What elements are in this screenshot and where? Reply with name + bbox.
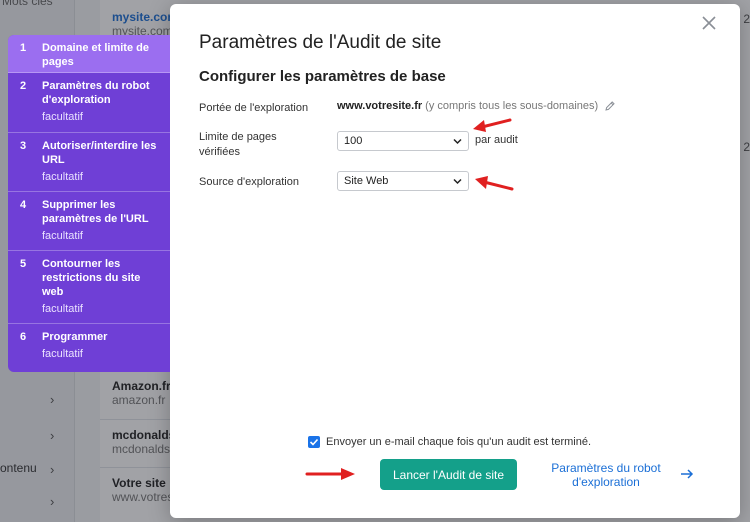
step-item-robot-settings[interactable]: 2 Paramètres du robot d'exploration facu… [8, 73, 170, 133]
page-limit-select[interactable]: 100 [337, 131, 469, 151]
scope-value: www.votresite.fr (y compris tous les sou… [337, 100, 616, 112]
chevron-down-icon [453, 178, 462, 185]
annotation-arrow-icon [475, 176, 514, 191]
launch-audit-button[interactable]: Lancer l'Audit de site [380, 459, 517, 490]
step-subtitle: facultatif [42, 348, 83, 360]
email-checkbox[interactable] [308, 436, 320, 448]
scope-domain: www.votresite.fr [337, 100, 423, 112]
step-title: Programmer [42, 331, 108, 343]
check-icon [309, 438, 319, 446]
step-item-allow-disallow[interactable]: 3 Autoriser/interdire les URL facultatif [8, 133, 170, 192]
step-item-remove-params[interactable]: 4 Supprimer les paramètres de l'URL facu… [8, 192, 170, 251]
arrow-right-icon[interactable] [680, 468, 694, 480]
step-title: Domaine et limite de pages [42, 42, 149, 68]
source-label: Source d'exploration [199, 176, 299, 188]
close-icon[interactable] [700, 14, 718, 32]
source-select[interactable]: Site Web [337, 171, 469, 191]
page-limit-label: Limite de pages vérifiées [199, 131, 277, 158]
step-number: 5 [20, 258, 27, 270]
step-number: 3 [20, 140, 27, 152]
step-title: Supprimer les paramètres de l'URL [42, 199, 149, 225]
steps-sidebar: 1 Domaine et limite de pages 2 Paramètre… [8, 35, 170, 372]
source-value: Site Web [344, 175, 389, 187]
step-subtitle: facultatif [42, 171, 83, 183]
email-checkbox-label: Envoyer un e-mail chaque fois qu'un audi… [326, 436, 592, 448]
step-number: 6 [20, 331, 27, 343]
step-number: 1 [20, 42, 27, 54]
step-title: Contourner les restrictions du site web [42, 258, 141, 298]
step-number: 2 [20, 80, 27, 92]
step-number: 4 [20, 199, 27, 211]
page-limit-value: 100 [344, 135, 363, 147]
section-title: Configurer les paramètres de base [199, 68, 446, 85]
step-item-schedule[interactable]: 6 Programmer facultatif [8, 324, 170, 371]
email-checkbox-row[interactable]: Envoyer un e-mail chaque fois qu'un audi… [308, 436, 591, 448]
scope-label: Portée de l'exploration [199, 102, 309, 114]
page-limit-suffix: par audit [475, 134, 518, 146]
step-item-domain-limit[interactable]: 1 Domaine et limite de pages [8, 35, 170, 73]
chevron-down-icon [453, 138, 462, 145]
step-title: Autoriser/interdire les URL [42, 140, 157, 166]
audit-settings-modal: Paramètres de l'Audit de site Configurer… [170, 4, 740, 518]
annotation-arrow-icon [305, 468, 355, 480]
step-subtitle: facultatif [42, 230, 83, 242]
step-subtitle: facultatif [42, 303, 83, 315]
step-item-bypass-restrictions[interactable]: 5 Contourner les restrictions du site we… [8, 251, 170, 324]
annotation-arrow-icon [473, 118, 512, 132]
step-title: Paramètres du robot d'exploration [42, 80, 150, 106]
pencil-icon[interactable] [604, 100, 616, 112]
scope-hint: (y compris tous les sous-domaines) [425, 100, 599, 112]
modal-title: Paramètres de l'Audit de site [199, 32, 442, 53]
step-subtitle: facultatif [42, 111, 83, 123]
robot-settings-link[interactable]: Paramètres du robot d'exploration [545, 461, 667, 489]
